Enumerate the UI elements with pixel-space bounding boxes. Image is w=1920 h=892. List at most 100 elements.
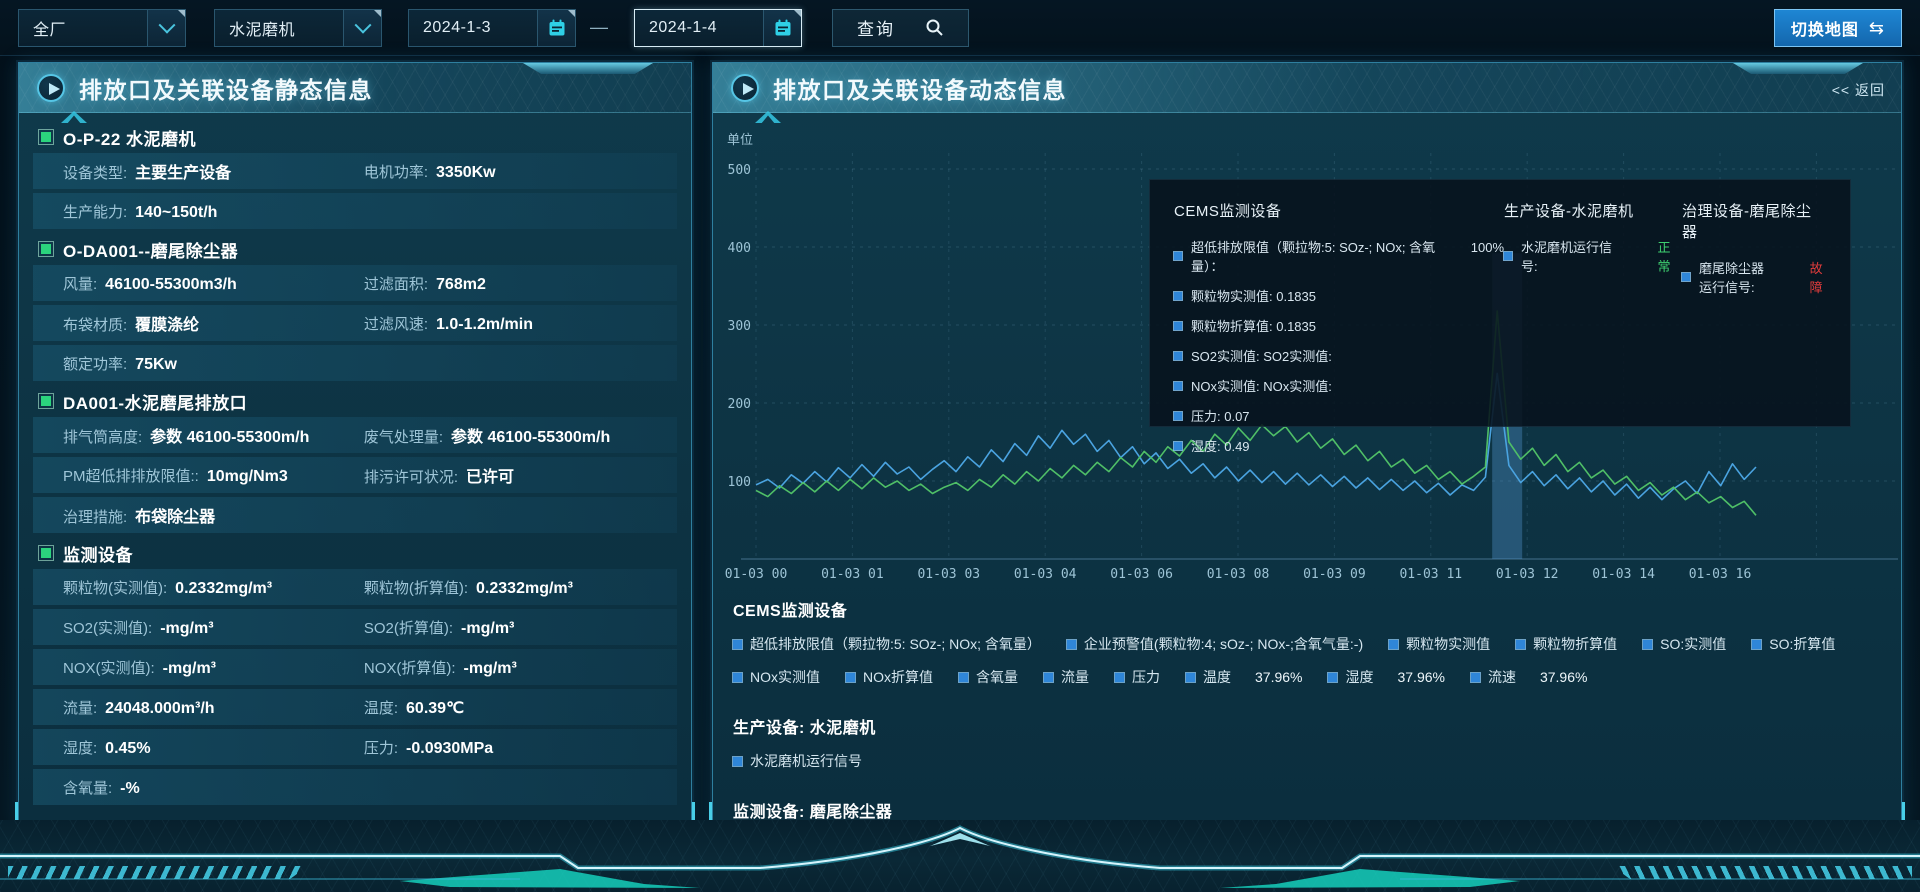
field-label: 温度:	[364, 697, 398, 718]
tooltip-item-value: 100%	[1471, 240, 1504, 255]
info-row: 布袋材质:覆膜涤纶过滤风速:1.0-1.2m/min	[33, 305, 677, 341]
field-label: 过滤面积:	[364, 273, 428, 294]
legend-label: 含氧量	[976, 667, 1018, 687]
tooltip-item-label: 磨尾除尘器运行信号:	[1699, 258, 1775, 296]
legend-square-icon	[1752, 640, 1761, 649]
info-row: 流量:24048.000m³/h温度:60.39℃	[33, 689, 677, 725]
info-cell: 湿度:0.45%	[63, 737, 364, 758]
end-date-calendar-box[interactable]	[763, 10, 801, 46]
hatch-stripes-left	[8, 866, 308, 879]
field-label: 额定功率:	[63, 353, 127, 374]
y-axis-unit-label: 单位	[727, 133, 753, 148]
info-cell: 排污许可状况:已许可	[364, 463, 677, 487]
legend-item[interactable]: SO:实测值	[1643, 634, 1726, 654]
tooltip-item: NOx实测值: NOx实测值:	[1174, 376, 1504, 395]
green-square-icon	[41, 244, 51, 254]
legend-label: 水泥磨机运行信号	[750, 751, 862, 771]
start-date-input[interactable]: 2024-1-3	[408, 9, 576, 47]
field-label: PM超低排排放限值::	[63, 465, 199, 486]
field-label: 电机功率:	[364, 161, 428, 182]
dynamic-info-panel: 排放口及关联设备动态信息 << 返回 单位10020030040050001-0…	[712, 62, 1902, 828]
static-info-panel: 排放口及关联设备静态信息 O-P-22 水泥磨机设备类型:主要生产设备电机功率:…	[18, 62, 692, 828]
field-value: 1.0-1.2m/min	[436, 316, 533, 334]
info-row: NOX(实测值):-mg/m³NOX(折算值):-mg/m³	[33, 649, 677, 685]
legend-label: 颗粒物折算值	[1533, 634, 1617, 654]
end-date-input[interactable]: 2024-1-4	[634, 9, 802, 47]
legend-item[interactable]: 含氧量	[959, 667, 1018, 687]
dynamic-info-title: 排放口及关联设备动态信息	[773, 71, 1067, 105]
field-value: 75Kw	[135, 356, 177, 374]
legend-value: 37.96%	[1255, 669, 1302, 685]
query-button[interactable]: 查询	[832, 9, 969, 47]
cems-legend-row: 超低排放限值（颗拉物:5: SOz-; NOx; 含氧量） 企业预警值(颗粒物:4…	[733, 634, 1885, 687]
field-label: 排污许可状况:	[364, 466, 458, 487]
info-cell: 排气筒高度:参数 46100-55300m/h	[63, 423, 364, 447]
info-cell: 温度:60.39℃	[364, 697, 677, 718]
field-label: SO2(折算值):	[364, 617, 453, 638]
plant-select-dropdown-box[interactable]	[147, 10, 185, 46]
field-value: 46100-55300m3/h	[105, 276, 237, 294]
green-square-icon	[41, 132, 51, 142]
legend-label: 流速	[1488, 667, 1516, 687]
y-tick-label: 300	[728, 319, 751, 334]
x-tick-label: 01-03 00	[725, 567, 788, 582]
legend-item[interactable]: 颗粒物折算值	[1516, 634, 1617, 654]
legend-square-icon	[1186, 673, 1195, 682]
info-cell: PM超低排排放限值::10mg/Nm3	[63, 465, 364, 486]
legend-square-icon	[733, 673, 742, 682]
tooltip-item-label: 水泥磨机运行信号:	[1521, 237, 1622, 275]
section-title: DA001-水泥磨尾排放口	[63, 389, 247, 414]
legend-item[interactable]: SO:折算值	[1752, 634, 1835, 654]
field-value: -mg/m³	[160, 620, 213, 638]
legend-square-icon	[1115, 673, 1124, 682]
legend-value: 37.96%	[1540, 669, 1587, 685]
top-toolbar: 全厂 水泥磨机 2024-1-3 — 2024-1-4	[0, 0, 1920, 56]
legend-item[interactable]: 水泥磨机运行信号	[733, 751, 862, 771]
legend-item[interactable]: NOx实测值	[733, 667, 820, 687]
tooltip-column-title: 治理设备-磨尾除尘器	[1682, 200, 1826, 242]
legend-item[interactable]: NOx折算值	[846, 667, 933, 687]
legend-item[interactable]: 颗粒物实测值	[1389, 634, 1490, 654]
info-cell: 过滤风速: 1.0-1.2m/min	[364, 313, 677, 334]
device-select-dropdown-box[interactable]	[343, 10, 381, 46]
legend-item[interactable]: 超低排放限值（颗拉物:5: SOz-; NOx; 含氧量）	[733, 634, 1041, 654]
field-value: 参数 46100-55300m/h	[451, 423, 610, 447]
back-link[interactable]: << 返回	[1832, 80, 1885, 100]
static-info-header: 排放口及关联设备静态信息	[19, 63, 691, 113]
legend-item[interactable]: 流量	[1044, 667, 1089, 687]
legend-square-icon	[846, 673, 855, 682]
legend-item[interactable]: 企业预警值(颗粒物:4; sOz-; NOx-;含氧气量:-)	[1067, 634, 1363, 654]
info-row: 含氧量:-%	[33, 769, 677, 805]
plant-select[interactable]: 全厂	[18, 9, 186, 47]
switch-map-label: 切换地图	[1791, 16, 1859, 40]
legend-item[interactable]: 流速 37.96%	[1471, 667, 1587, 687]
legend-item[interactable]: 压力	[1115, 667, 1160, 687]
field-label: 含氧量:	[63, 777, 112, 798]
field-value: 覆膜涤纶	[135, 311, 199, 335]
tooltip-item-label: SO2实测值: SO2实测值:	[1191, 346, 1332, 365]
legend-square-icon	[1044, 673, 1053, 682]
search-icon	[925, 18, 944, 37]
x-tick-label: 01-03 16	[1689, 567, 1752, 582]
section-title: O-P-22 水泥磨机	[63, 125, 196, 150]
static-info-body: O-P-22 水泥磨机设备类型:主要生产设备电机功率:3350Kw生产能力:14…	[19, 113, 691, 817]
monitor-device-heading: 监测设备: 磨尾除尘器	[733, 798, 1885, 822]
legend-item[interactable]: 温度37.96%	[1186, 667, 1302, 687]
legend-item[interactable]: 湿度37.96%	[1328, 667, 1444, 687]
device-select[interactable]: 水泥磨机	[214, 9, 382, 47]
legend-square-icon	[1174, 292, 1182, 300]
field-label: 颗粒物(实测值):	[63, 577, 167, 598]
info-row: 额定功率: 75Kw	[33, 345, 677, 381]
tooltip-item-label: 压力: 0.07	[1191, 406, 1250, 425]
green-square-icon	[41, 396, 51, 406]
tooltip-item-label: 颗粒物折算值: 0.1835	[1191, 316, 1316, 335]
field-label: 过滤风速:	[364, 313, 428, 334]
start-date-calendar-box[interactable]	[537, 10, 575, 46]
info-cell: SO2(折算值):-mg/m³	[364, 617, 677, 638]
tooltip-item-label: 超低排放限值（颗拉物:5: SOz-; NOx; 含氧量）：	[1191, 237, 1436, 275]
info-cell: NOX(实测值):-mg/m³	[63, 657, 364, 678]
switch-map-button[interactable]: 切换地图 ⇆	[1774, 9, 1902, 47]
info-cell: 生产能力:140~150t/h	[63, 201, 364, 222]
legend-square-icon	[733, 757, 742, 766]
legend-label: 压力	[1132, 667, 1160, 687]
